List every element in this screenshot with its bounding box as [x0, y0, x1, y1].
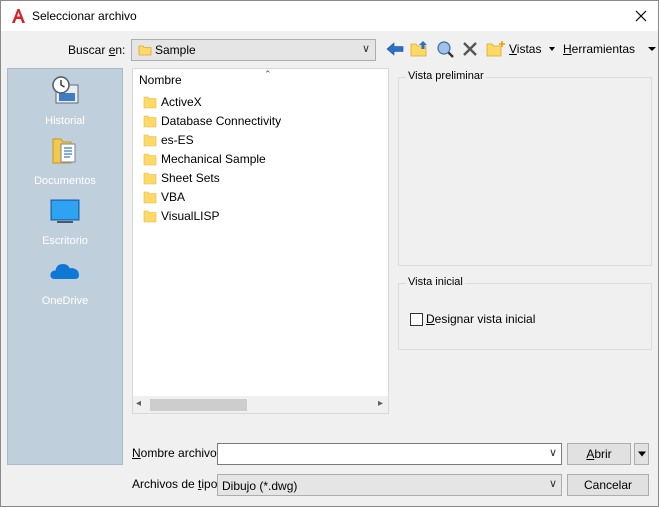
initial-view-group: Vista inicial Designar vista inicial	[398, 276, 652, 350]
scroll-thumb[interactable]	[150, 399, 247, 411]
autocad-app-icon	[10, 8, 26, 24]
new-folder-button[interactable]	[486, 39, 506, 59]
look-in-label: Buscar en:	[68, 43, 126, 57]
list-item[interactable]: VBA	[143, 188, 185, 206]
title-bar: Seleccionar archivo	[1, 1, 658, 31]
chevron-down-icon[interactable]: ∨	[549, 446, 557, 459]
filename-label: Nombre archivo:	[132, 446, 221, 460]
scroll-left-icon[interactable]: ◂	[136, 398, 141, 409]
open-button[interactable]: Abrir	[567, 443, 631, 465]
folder-icon	[143, 210, 157, 223]
checkbox-label: Designar vista inicial	[426, 312, 536, 326]
list-item[interactable]: Database Connectivity	[143, 112, 281, 130]
close-button[interactable]	[630, 5, 652, 27]
horizontal-scrollbar[interactable]: ◂ ▸	[133, 396, 388, 413]
tools-menu-button[interactable]: Herramientas	[563, 39, 659, 59]
preview-group: Vista preliminar	[398, 70, 652, 266]
views-label: Vistas	[509, 42, 542, 56]
back-button[interactable]	[386, 39, 404, 59]
places-sidebar: Historial Documentos Escritorio OneDrive	[7, 68, 123, 465]
checkbox-box[interactable]	[410, 312, 423, 326]
preview-title: Vista preliminar	[406, 70, 486, 82]
initial-view-title: Vista inicial	[406, 276, 465, 288]
look-in-dropdown[interactable]: Sample ∨	[131, 39, 376, 61]
onedrive-icon	[50, 264, 79, 279]
file-dialog: Seleccionar archivo Buscar en: Sample ∨	[0, 0, 659, 507]
scroll-right-icon[interactable]: ▸	[378, 398, 383, 409]
open-options-button[interactable]	[634, 443, 649, 465]
folder-icon	[143, 153, 157, 166]
history-icon	[52, 76, 79, 104]
close-icon	[635, 10, 647, 22]
folder-icon	[143, 134, 157, 147]
list-item[interactable]: Sheet Sets	[143, 169, 220, 187]
caret-down-icon	[648, 47, 657, 51]
delete-icon	[463, 42, 477, 56]
search-web-icon	[437, 41, 454, 58]
caret-down-icon	[549, 47, 556, 51]
place-history[interactable]: Historial	[8, 75, 122, 135]
views-menu-button[interactable]: Vistas	[509, 39, 558, 59]
folder-icon	[143, 172, 157, 185]
sort-ascending-icon: ⌃	[264, 69, 272, 79]
chevron-down-icon: ∨	[548, 478, 557, 490]
documents-icon	[52, 138, 76, 164]
folder-icon	[143, 96, 157, 109]
list-item[interactable]: Mechanical Sample	[143, 150, 266, 168]
filetype-dropdown[interactable]: Dibujo (*.dwg) ∨	[217, 474, 562, 496]
list-item[interactable]: VisualLISP	[143, 207, 219, 225]
search-web-button[interactable]	[436, 39, 456, 59]
place-onedrive[interactable]: OneDrive	[8, 255, 122, 315]
place-desktop[interactable]: Escritorio	[8, 195, 122, 255]
up-folder-button[interactable]	[410, 39, 430, 59]
new-folder-icon	[486, 41, 505, 57]
folder-icon	[143, 115, 157, 128]
cancel-button[interactable]: Cancelar	[567, 474, 649, 496]
desktop-icon	[50, 199, 80, 223]
list-item[interactable]: es-ES	[143, 131, 194, 149]
file-list[interactable]: ⌃ Nombre ActiveX Database Connectivity e…	[132, 68, 389, 414]
tools-label: Herramientas	[563, 42, 636, 56]
filename-combobox[interactable]: ∨	[217, 443, 562, 465]
look-in-value: Sample	[155, 43, 196, 57]
back-arrow-icon	[386, 42, 404, 56]
column-header-name[interactable]: Nombre	[139, 73, 182, 87]
folder-up-icon	[410, 41, 427, 57]
chevron-down-icon: ∨	[361, 43, 370, 55]
filetype-value: Dibujo (*.dwg)	[222, 479, 298, 493]
window-title: Seleccionar archivo	[32, 9, 137, 23]
caret-down-icon	[637, 451, 646, 457]
set-initial-view-checkbox[interactable]: Designar vista inicial	[410, 312, 535, 326]
place-documents[interactable]: Documentos	[8, 135, 122, 195]
folder-icon	[143, 191, 157, 204]
delete-button[interactable]	[462, 39, 478, 59]
filetype-label: Archivos de tipo:	[132, 477, 221, 491]
list-item[interactable]: ActiveX	[143, 93, 202, 111]
folder-icon	[138, 45, 152, 56]
